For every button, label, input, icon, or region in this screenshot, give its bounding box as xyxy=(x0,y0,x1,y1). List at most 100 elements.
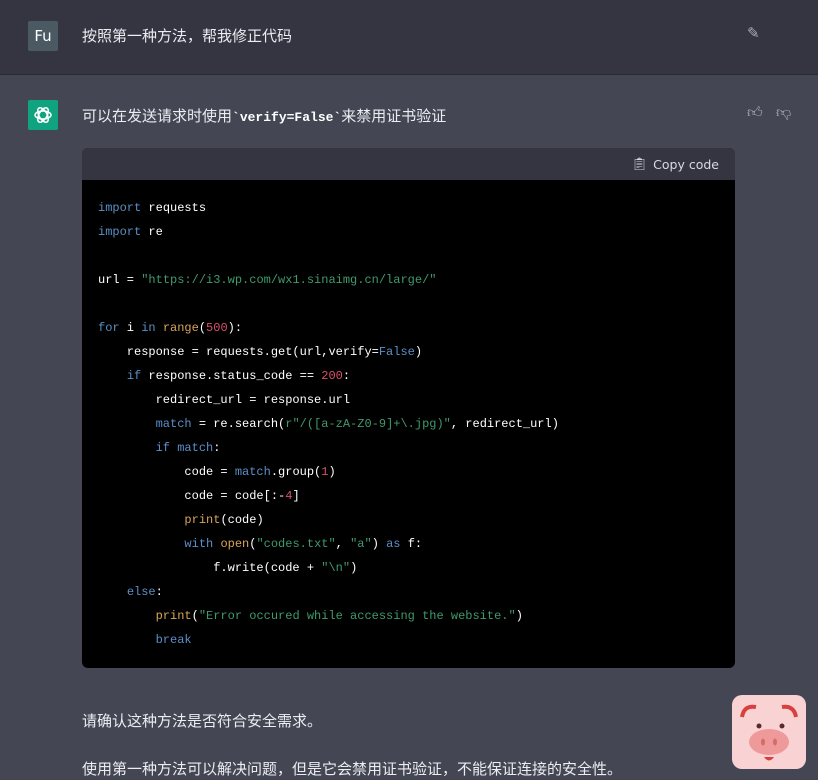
code-token: for xyxy=(98,321,120,335)
assistant-paragraph-1: 请确认这种方法是否符合安全需求。 xyxy=(82,712,323,730)
user-message-row: Fu 按照第一种方法，帮我修正代码 ✎ xyxy=(0,0,818,75)
code-token: r"/([a-zA-Z0-9]+\.jpg)" xyxy=(285,417,451,431)
code-token: "\n" xyxy=(321,561,351,575)
code-token: print xyxy=(155,609,192,623)
code-line: if match: xyxy=(98,436,719,460)
code-token: code = code[:- xyxy=(98,489,286,503)
code-token: "https://i3.wp.com/wx1.sinaimg.cn/large/… xyxy=(141,273,437,287)
code-token: ) xyxy=(515,609,523,623)
user-avatar: Fu xyxy=(28,21,58,51)
code-token: ) xyxy=(371,537,387,551)
code-token: ) xyxy=(414,345,423,359)
assistant-paragraph-2: 使用第一种方法可以解决问题，但是它会禁用证书验证，不能保证连接的安全性。 xyxy=(82,760,623,778)
code-token: False xyxy=(378,345,415,359)
code-token: ) xyxy=(328,465,336,479)
code-line: break xyxy=(98,628,719,652)
code-token: , xyxy=(335,537,351,551)
code-token: : xyxy=(342,369,351,383)
code-line: import requests xyxy=(98,196,719,220)
code-token: requests xyxy=(141,201,207,215)
code-line: print(code) xyxy=(98,508,719,532)
code-token: break xyxy=(155,633,192,647)
code-token: redirect_url = response.url xyxy=(98,393,351,407)
code-token: ( xyxy=(198,321,207,335)
code-token: match xyxy=(155,417,192,431)
code-token: url = xyxy=(98,273,142,287)
copy-code-button[interactable]: 📋︎ Copy code xyxy=(82,148,735,180)
code-token: response.status_code == xyxy=(141,369,322,383)
code-content: import requests import re url = "https://i… xyxy=(82,180,735,668)
pig-avatar-icon[interactable] xyxy=(732,695,806,769)
code-token: open xyxy=(220,537,250,551)
thumbs-down-icon[interactable]: 👎︎ xyxy=(776,103,791,122)
code-line: code = match.group(1) xyxy=(98,460,719,484)
code-line: f.write(code + "\n") xyxy=(98,556,719,580)
code-line: else: xyxy=(98,580,719,604)
code-token: ] xyxy=(292,489,300,503)
thumbs-up-icon[interactable]: 👍︎ xyxy=(747,103,763,122)
code-token: i xyxy=(119,321,142,335)
intro-text: 可以在发送请求时使用 xyxy=(82,107,233,125)
code-line: import re xyxy=(98,220,719,244)
inline-code: `verify=False` xyxy=(232,110,342,125)
code-token: match xyxy=(234,465,271,479)
code-token: import xyxy=(98,201,142,215)
code-line: response = requests.get(url,verify=False… xyxy=(98,340,719,364)
assistant-intro: 可以在发送请求时使用`verify=False`来禁用证书验证 xyxy=(82,105,446,126)
code-line: with open("codes.txt", "a") as f: xyxy=(98,532,719,556)
code-line: code = code[:-4] xyxy=(98,484,719,508)
code-token: 200 xyxy=(321,369,343,383)
code-token: in xyxy=(141,321,156,335)
chatgpt-logo-icon xyxy=(28,100,58,130)
code-token: code = xyxy=(98,465,235,479)
code-token: as xyxy=(386,537,401,551)
code-token: "codes.txt" xyxy=(256,537,336,551)
code-token: "Error occured while accessing the websi… xyxy=(198,609,516,623)
code-token: f: xyxy=(400,537,423,551)
code-line: for i in range(500): xyxy=(98,316,719,340)
code-token: re xyxy=(141,225,163,239)
code-line: print("Error occured while accessing the… xyxy=(98,604,719,628)
code-token: ) xyxy=(350,561,358,575)
code-token: : xyxy=(213,441,221,455)
clipboard-icon: 📋︎ xyxy=(631,156,648,171)
intro-text-end: 来禁用证书验证 xyxy=(341,107,447,125)
code-token: if match xyxy=(155,441,214,455)
code-token: = re.search( xyxy=(191,417,286,431)
code-token: if xyxy=(126,369,142,383)
edit-icon[interactable]: ✎ xyxy=(747,24,760,42)
user-message-text: 按照第一种方法，帮我修正代码 xyxy=(82,27,293,45)
code-token: , redirect_url) xyxy=(450,417,559,431)
code-line: url = "https://i3.wp.com/wx1.sinaimg.cn/… xyxy=(98,268,719,292)
code-token: : xyxy=(155,585,163,599)
code-token: print xyxy=(184,513,221,527)
code-token: f.write(code + xyxy=(98,561,322,575)
code-token: response = requests.get(url,verify= xyxy=(98,345,379,359)
code-token: ( xyxy=(191,609,199,623)
code-token: import xyxy=(98,225,142,239)
code-token: .group( xyxy=(270,465,322,479)
copy-code-label: Copy code xyxy=(653,156,719,172)
code-line: if response.status_code == 200: xyxy=(98,364,719,388)
code-token: else xyxy=(126,585,156,599)
code-token: "a" xyxy=(350,537,372,551)
code-line: match = re.search(r"/([a-zA-Z0-9]+\.jpg)… xyxy=(98,412,719,436)
code-token: range xyxy=(162,321,199,335)
code-token: (code) xyxy=(220,513,264,527)
code-token: 500 xyxy=(206,321,228,335)
code-block: 📋︎ Copy code import requests import re url… xyxy=(82,148,735,668)
code-token: with xyxy=(184,537,214,551)
code-token: ): xyxy=(227,321,243,335)
code-line: redirect_url = response.url xyxy=(98,388,719,412)
